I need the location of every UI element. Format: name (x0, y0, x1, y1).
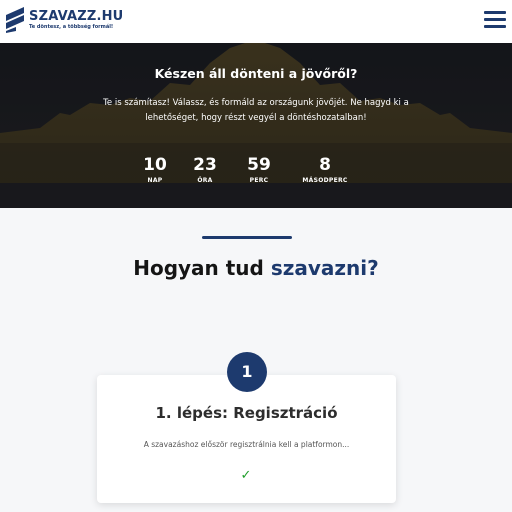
countdown-seconds: 8 MÁSODPERC (302, 155, 348, 184)
site-logo[interactable]: SZAVAZZ.HU Te döntesz, a többség formál! (4, 5, 123, 35)
step-number-badge: 1 (227, 352, 267, 392)
section-divider (202, 236, 292, 239)
section-title: Hogyan tud szavazni? (133, 256, 379, 280)
hero-text: Te is számítasz! Válassz, és formáld az … (103, 98, 409, 123)
hero-banner: Készen áll dönteni a jövőről? Te is szám… (0, 43, 512, 208)
step-title: 1. lépés: Regisztráció (155, 404, 338, 422)
step-text: A szavazáshoz először regisztrálnia kell… (143, 440, 350, 449)
step-card: 1. lépés: Regisztráció A szavazáshoz elő… (97, 375, 396, 503)
logo-title: SZAVAZZ.HU (29, 8, 124, 24)
countdown-timer: 10 NAP 23 ÓRA 59 PERC 8 MÁSODPERC (0, 154, 512, 194)
logo-mark-icon (6, 7, 24, 33)
hamburger-menu-icon[interactable] (484, 11, 506, 31)
countdown-minutes: 59 PERC (247, 155, 271, 184)
logo-tagline: Te döntesz, a többség formál! (29, 23, 114, 30)
site-header: SZAVAZZ.HU Te döntesz, a többség formál! (0, 0, 512, 43)
hero-title: Készen áll dönteni a jövőről? (154, 66, 358, 81)
check-icon: ✓ (240, 468, 252, 483)
